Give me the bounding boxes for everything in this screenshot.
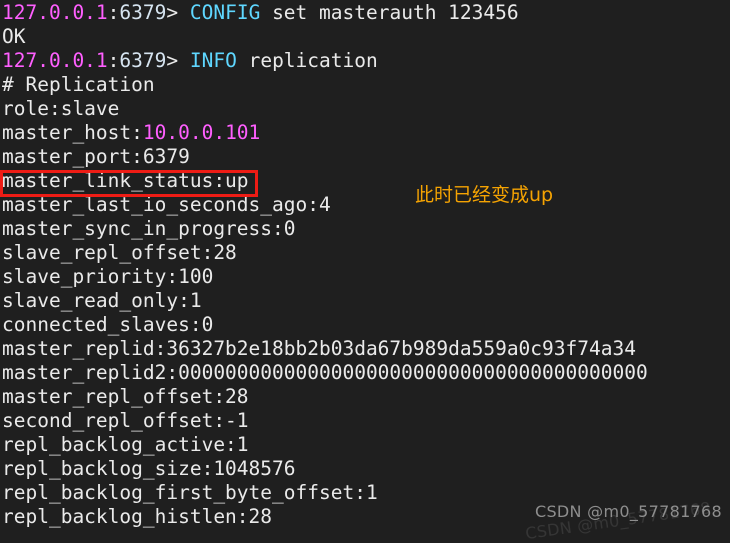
- prompt-host: 127.0.0.1: [2, 1, 108, 24]
- terminal-line-master-repl-offset: master_repl_offset:28: [0, 385, 730, 409]
- terminal-line-master-host: master_host:10.0.0.101: [0, 121, 730, 145]
- line-text: repl_backlog_first_byte_offset:1: [2, 481, 378, 504]
- prompt-host: 127.0.0.1: [2, 49, 108, 72]
- terminal-line-cmd-config: 127.0.0.1:6379> CONFIG set masterauth 12…: [0, 1, 730, 25]
- command-arguments: replication: [236, 49, 378, 72]
- terminal-line-repl-backlog-size: repl_backlog_size:1048576: [0, 457, 730, 481]
- line-text: master_replid:36327b2e18bb2b03da67b989da…: [2, 337, 636, 360]
- prompt-port: 6379: [119, 49, 167, 72]
- line-text: slave_repl_offset:28: [2, 241, 237, 264]
- line-text: slave_priority:100: [2, 265, 214, 288]
- line-text: master_sync_in_progress:0: [2, 217, 296, 240]
- terminal-line-connected-slaves: connected_slaves:0: [0, 313, 730, 337]
- terminal-line-master-sync-in-progress: master_sync_in_progress:0: [0, 217, 730, 241]
- field-key: master_host:: [2, 121, 143, 144]
- line-text: # Replication: [2, 73, 155, 96]
- terminal-line-master-replid: master_replid:36327b2e18bb2b03da67b989da…: [0, 337, 730, 361]
- terminal-line-slave-priority: slave_priority:100: [0, 265, 730, 289]
- prompt-caret: >: [166, 1, 190, 24]
- line-text: connected_slaves:0: [2, 313, 214, 336]
- line-text: master_link_status:up: [2, 169, 249, 192]
- terminal-line-slave-read-only: slave_read_only:1: [0, 289, 730, 313]
- line-text: repl_backlog_active:1: [2, 433, 249, 456]
- prompt-separator: :: [107, 49, 120, 72]
- line-text: master_repl_offset:28: [2, 385, 249, 408]
- terminal-line-cmd-info: 127.0.0.1:6379> INFO replication: [0, 49, 730, 73]
- line-text: OK: [2, 25, 26, 48]
- terminal-line-master-port: master_port:6379: [0, 145, 730, 169]
- terminal-line-repl-backlog-active: repl_backlog_active:1: [0, 433, 730, 457]
- line-text: repl_backlog_histlen:28: [2, 505, 273, 528]
- line-text: slave_read_only:1: [2, 289, 202, 312]
- field-value-ip: 10.0.0.101: [142, 121, 261, 144]
- terminal-line-master-replid2: master_replid2:0000000000000000000000000…: [0, 361, 730, 385]
- terminal-line-master-link-status: master_link_status:up: [0, 169, 730, 193]
- command-keyword: INFO: [189, 49, 237, 72]
- terminal-window: 127.0.0.1:6379> CONFIG set masterauth 12…: [0, 1, 730, 543]
- prompt-separator: :: [107, 1, 120, 24]
- prompt-port: 6379: [119, 1, 167, 24]
- terminal-line-second-repl-offset: second_repl_offset:-1: [0, 409, 730, 433]
- command-arguments: set masterauth 123456: [260, 1, 519, 24]
- line-text: master_last_io_seconds_ago:4: [2, 193, 331, 216]
- prompt-caret: >: [166, 49, 190, 72]
- annotation-label: 此时已经变成up: [415, 184, 554, 206]
- line-text: master_port:6379: [2, 145, 190, 168]
- line-text: role:slave: [2, 97, 120, 120]
- terminal-line-slave-repl-offset: slave_repl_offset:28: [0, 241, 730, 265]
- line-text: second_repl_offset:-1: [2, 409, 249, 432]
- terminal-output: 127.0.0.1:6379> CONFIG set masterauth 12…: [0, 1, 730, 529]
- terminal-line-master-last-io-seconds-ago: master_last_io_seconds_ago:4: [0, 193, 730, 217]
- terminal-line-reply-ok: OK: [0, 25, 730, 49]
- line-text: master_replid2:0000000000000000000000000…: [2, 361, 648, 384]
- terminal-line-section-replication: # Replication: [0, 73, 730, 97]
- watermark-csdn: CSDN @m0_57781768: [534, 502, 722, 521]
- terminal-line-role: role:slave: [0, 97, 730, 121]
- command-keyword: CONFIG: [189, 1, 261, 24]
- line-text: repl_backlog_size:1048576: [2, 457, 296, 480]
